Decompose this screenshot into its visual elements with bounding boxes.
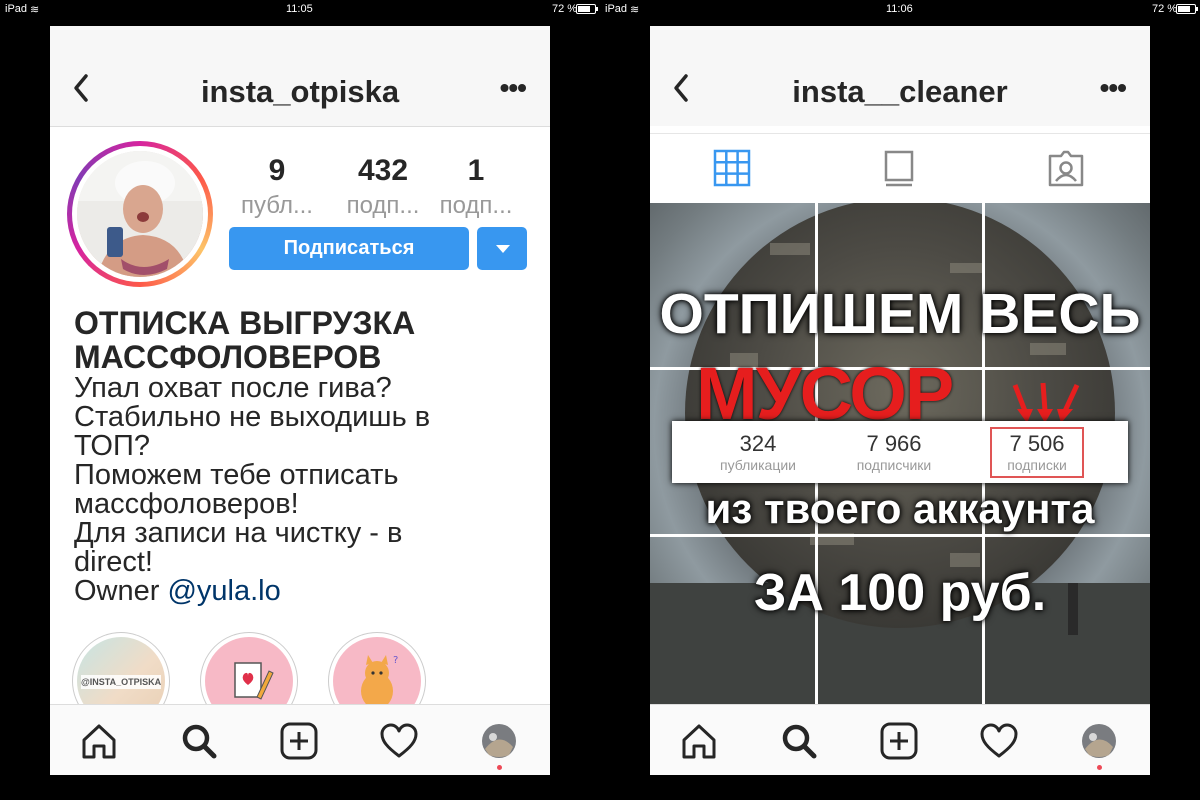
status-bar-left: iPad ≋ 11:05 72 % [0, 0, 600, 18]
post-grid[interactable]: ОТПИШЕМ ВЕСЬ МУСОР 324 публикации 7 966 … [650, 203, 1150, 705]
heart-icon [980, 723, 1018, 758]
highlight-caption: @INSTA_OTPISKA [81, 675, 162, 689]
promo-price: ЗА 100 руб. [753, 564, 1047, 622]
posts-count[interactable]: 9 публ... [233, 154, 321, 220]
bottom-tab-bar [650, 704, 1150, 775]
svg-text:?: ? [393, 655, 398, 666]
stat-following: 7 506 подписки [990, 427, 1084, 478]
suggestions-dropdown-button[interactable] [477, 227, 527, 270]
profile-screen-right: insta__cleaner ••• ОТПИШЕМ ВЕСЬ МУСОР 32… [650, 26, 1150, 775]
profile-display-name: ОТПИСКА ВЫГРУЗКА МАССФОЛОВЕРОВ [74, 305, 416, 375]
notification-dot [1097, 765, 1102, 770]
new-post-tab[interactable] [879, 721, 919, 761]
following-count[interactable]: 1 подп... [431, 154, 521, 220]
profile-username: insta__cleaner [792, 74, 1008, 109]
home-tab[interactable] [679, 721, 719, 761]
activity-tab[interactable] [979, 721, 1019, 761]
profile-header: insta_otpiska ••• [50, 26, 550, 127]
grid-divider [650, 534, 1150, 537]
search-tab[interactable] [179, 721, 219, 761]
view-mode-tabs [650, 133, 1150, 204]
follow-button[interactable]: Подписаться [229, 227, 469, 270]
profile-avatar-icon [1082, 724, 1116, 758]
wifi-icon: ≋ [630, 4, 640, 16]
notification-dot [497, 765, 502, 770]
heart-icon [380, 723, 418, 758]
profile-avatar[interactable] [67, 141, 213, 287]
search-tab[interactable] [779, 721, 819, 761]
activity-tab[interactable] [379, 721, 419, 761]
add-post-icon [280, 722, 318, 760]
profile-screen-left: insta_otpiska ••• 9 публ... 432 подп... … [50, 26, 550, 775]
followers-count[interactable]: 432 подп... [333, 154, 433, 220]
owner-mention-link[interactable]: @yula.lo [167, 575, 280, 607]
promo-headline: ОТПИШЕМ ВЕСЬ [659, 282, 1141, 346]
avatar-photo-icon [77, 151, 203, 277]
clock: 11:05 [286, 3, 313, 15]
profile-avatar-icon [482, 724, 516, 758]
clock: 11:06 [886, 3, 913, 15]
stat-posts: 324 публикации [720, 431, 796, 473]
profile-username: insta_otpiska [200, 74, 400, 109]
profile-tab[interactable] [479, 721, 519, 761]
device-label: iPad [5, 3, 28, 15]
status-bar-right: iPad ≋ 11:06 72 % [600, 0, 1200, 18]
grid-view-icon[interactable] [712, 148, 752, 188]
battery-icon [576, 4, 598, 14]
bottom-tab-bar [50, 704, 550, 775]
wifi-icon: ≋ [30, 4, 40, 16]
list-view-icon[interactable] [879, 148, 919, 188]
device-label: iPad [605, 3, 628, 15]
profile-bio: Упал охват после гива? Стабильно не выхо… [74, 372, 431, 607]
tagged-photos-icon[interactable] [1046, 148, 1086, 188]
add-post-icon [880, 722, 918, 760]
promo-subline: из твоего аккаунта [705, 485, 1095, 532]
battery-percent: 72 % [552, 3, 578, 15]
home-tab[interactable] [79, 721, 119, 761]
red-arrows-icon [1012, 382, 1080, 423]
battery-percent: 72 % [1152, 3, 1178, 15]
profile-header: insta__cleaner ••• [650, 26, 1150, 126]
battery-icon [1176, 4, 1198, 14]
search-icon [182, 724, 217, 759]
home-icon [682, 724, 716, 759]
profile-tab[interactable] [1079, 721, 1119, 761]
home-icon [82, 724, 116, 759]
new-post-tab[interactable] [279, 721, 319, 761]
search-icon [782, 724, 817, 759]
more-options-icon[interactable]: ••• [500, 74, 527, 102]
stat-followers: 7 966 подписчики [856, 431, 932, 473]
account-stats-panel: 324 публикации 7 966 подписчики 7 506 по… [672, 421, 1128, 483]
more-options-icon[interactable]: ••• [1100, 74, 1127, 102]
